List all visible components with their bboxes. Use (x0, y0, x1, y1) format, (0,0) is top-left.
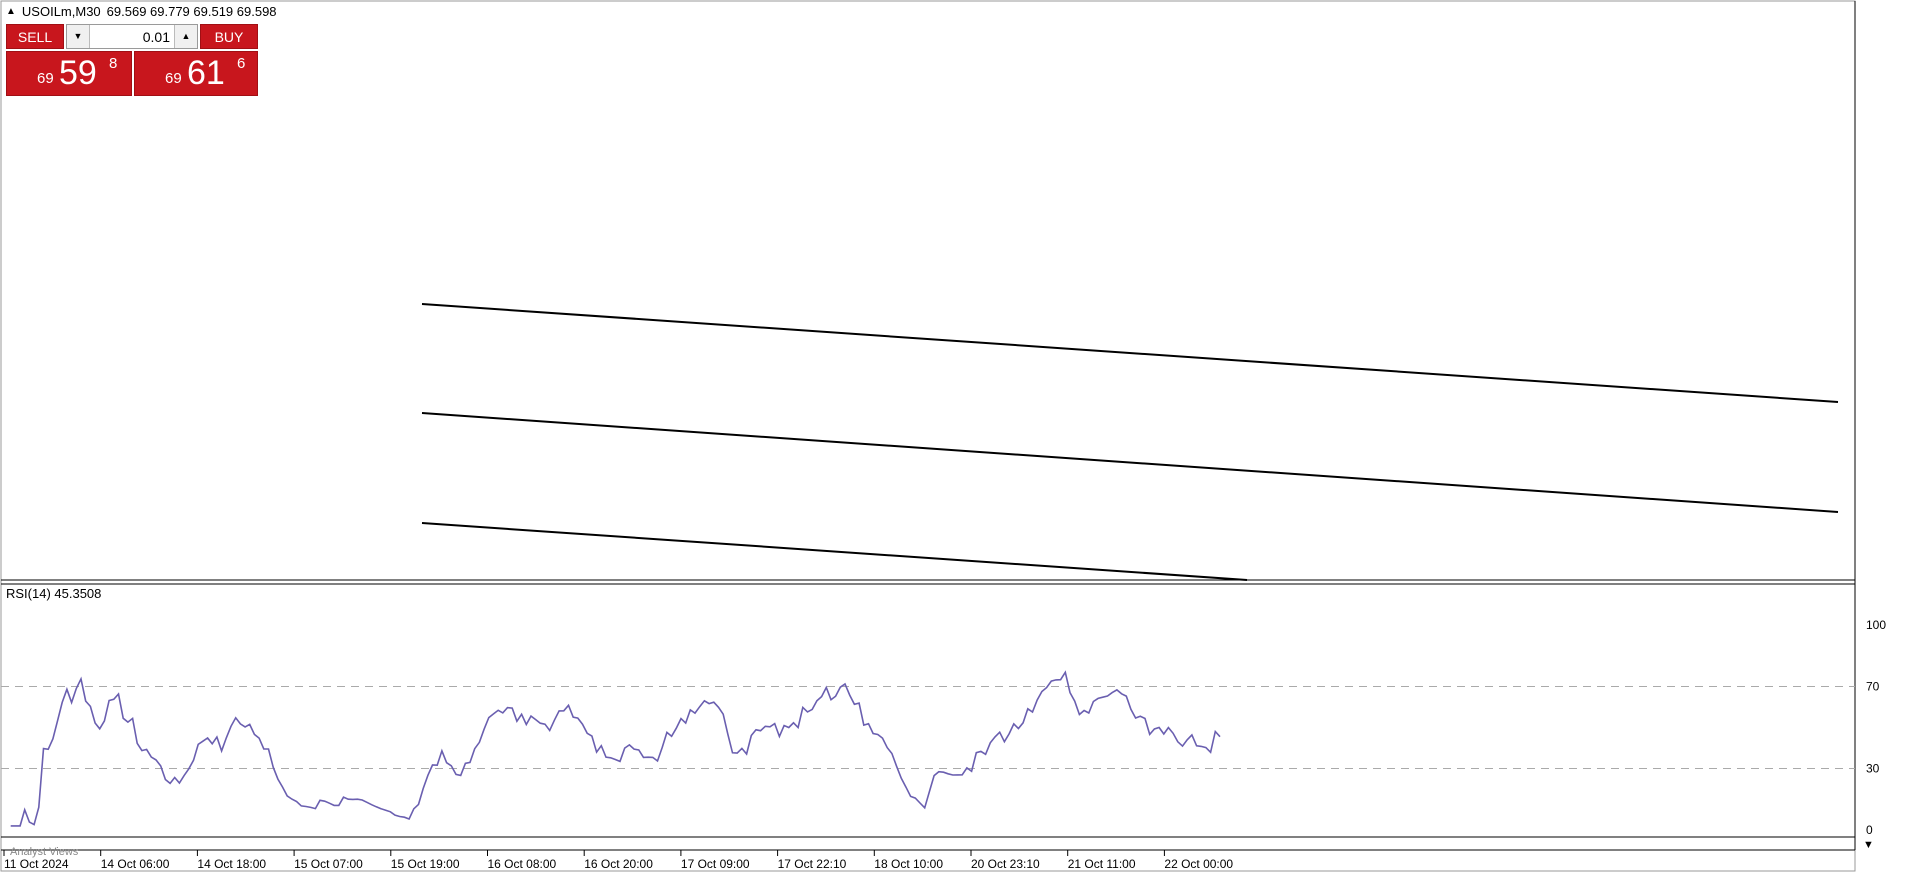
time-tick-label: 17 Oct 09:00 (681, 857, 750, 871)
time-tick-label: 18 Oct 10:00 (874, 857, 943, 871)
buy-button[interactable]: BUY (200, 24, 258, 49)
sell-price-small: 69 (37, 70, 54, 87)
time-tick-label: 16 Oct 20:00 (584, 857, 653, 871)
buy-price-sup: 6 (237, 55, 246, 72)
collapse-triangle-icon[interactable]: ▲ (6, 6, 16, 17)
chart-header: ▲ USOILm,M30 69.569 69.779 69.519 69.598 (6, 4, 277, 19)
rsi-tick-label: 100 (1866, 618, 1886, 632)
time-tick-label: 14 Oct 18:00 (197, 857, 266, 871)
time-tick-label: 21 Oct 11:00 (1068, 857, 1136, 871)
time-tick-label: 14 Oct 06:00 (101, 857, 170, 871)
scroll-arrow[interactable]: ▼ (1863, 839, 1874, 851)
time-tick-label: 15 Oct 07:00 (294, 857, 363, 871)
lot-size-input[interactable] (90, 25, 174, 48)
time-tick-label: 11 Oct 2024 (4, 857, 69, 871)
sell-price-sup: 8 (109, 55, 118, 72)
analyst-views-tab[interactable]: Analyst Views (10, 846, 79, 858)
scroll-arrow-icon[interactable]: ▼ (1863, 839, 1874, 851)
chart-frame (0, 0, 1856, 872)
rsi-tick-label: 70 (1866, 680, 1880, 694)
ohlc-values: 69.569 69.779 69.519 69.598 (106, 4, 277, 19)
sell-button[interactable]: SELL (6, 24, 64, 49)
buy-price-big: 61 (187, 54, 225, 92)
buy-price-button[interactable]: 69 61 6 (134, 51, 258, 96)
one-click-trading-panel: SELL ▼ ▲ BUY 69 59 8 69 61 6 (6, 24, 258, 96)
rsi-label: RSI(14) 45.3508 (6, 586, 101, 601)
time-tick-label: 15 Oct 19:00 (391, 857, 460, 871)
lot-size-control: ▼ ▲ (66, 24, 198, 49)
time-tick-label: 20 Oct 23:10 (971, 857, 1040, 871)
rsi-tick-label: 30 (1866, 762, 1880, 776)
time-tick-label: 16 Oct 08:00 (488, 857, 557, 871)
time-tick-label: 17 Oct 22:10 (778, 857, 847, 871)
buy-price-small: 69 (165, 70, 182, 87)
symbol-timeframe: USOILm,M30 (21, 4, 101, 19)
rsi-tick-label: 0 (1866, 823, 1873, 837)
lot-decrease-icon[interactable]: ▼ (67, 25, 90, 48)
chart-canvas[interactable]: R3R2R1PivotS2S3 75.36074.71074.06073.410… (0, 0, 1916, 874)
lot-increase-icon[interactable]: ▲ (174, 25, 197, 48)
time-tick-label: 22 Oct 00:00 (1164, 857, 1233, 871)
sell-price-big: 59 (59, 54, 97, 92)
sell-price-button[interactable]: 69 59 8 (6, 51, 132, 96)
